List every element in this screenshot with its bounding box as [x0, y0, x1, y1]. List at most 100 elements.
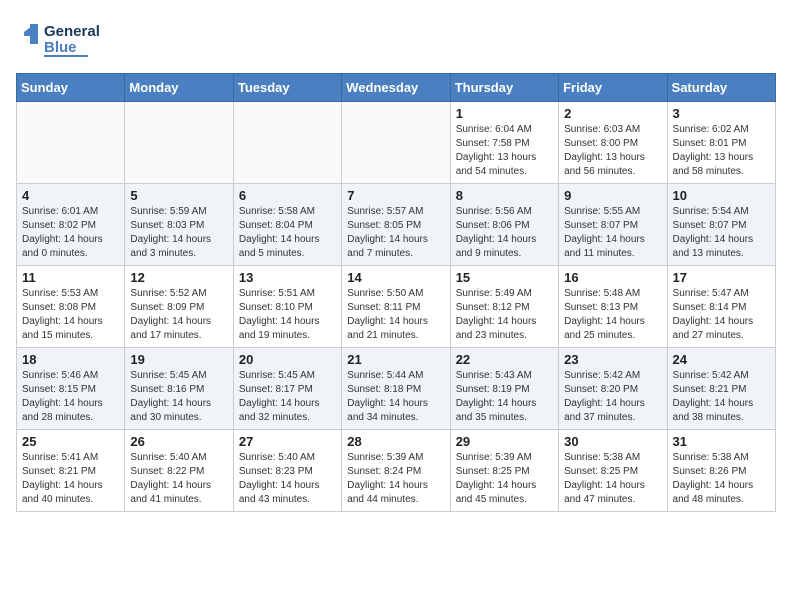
- day-info: Sunrise: 5:45 AM Sunset: 8:17 PM Dayligh…: [239, 369, 336, 425]
- day-number: 17: [673, 270, 770, 285]
- column-header-wednesday: Wednesday: [342, 74, 450, 102]
- day-info: Sunrise: 5:41 AM Sunset: 8:21 PM Dayligh…: [22, 451, 119, 507]
- calendar-cell: 8 Sunrise: 5:56 AM Sunset: 8:06 PM Daylig…: [450, 184, 558, 266]
- day-info: Sunrise: 5:50 AM Sunset: 8:11 PM Dayligh…: [347, 287, 444, 343]
- day-info: Sunrise: 5:52 AM Sunset: 8:09 PM Dayligh…: [130, 287, 227, 343]
- page-header: General Blue: [16, 16, 776, 65]
- day-number: 1: [456, 106, 553, 121]
- day-info: Sunrise: 5:55 AM Sunset: 8:07 PM Dayligh…: [564, 205, 661, 261]
- day-info: Sunrise: 5:43 AM Sunset: 8:19 PM Dayligh…: [456, 369, 553, 425]
- calendar-cell: 2 Sunrise: 6:03 AM Sunset: 8:00 PM Daylig…: [559, 102, 667, 184]
- calendar-cell: [342, 102, 450, 184]
- day-info: Sunrise: 5:56 AM Sunset: 8:06 PM Dayligh…: [456, 205, 553, 261]
- calendar-cell: 18 Sunrise: 5:46 AM Sunset: 8:15 PM Dayli…: [17, 348, 125, 430]
- calendar-cell: 19Sunrise: 5:45 AM Sunset: 8:16 PM Dayli…: [125, 348, 233, 430]
- calendar-week-3: 11 Sunrise: 5:53 AM Sunset: 8:08 PM Dayli…: [17, 266, 776, 348]
- calendar-cell: 24 Sunrise: 5:42 AM Sunset: 8:21 PM Dayli…: [667, 348, 775, 430]
- calendar-cell: 23Sunrise: 5:42 AM Sunset: 8:20 PM Dayli…: [559, 348, 667, 430]
- day-number: 7: [347, 188, 444, 203]
- day-info: Sunrise: 5:42 AM Sunset: 8:21 PM Dayligh…: [673, 369, 770, 425]
- day-number: 26: [130, 434, 227, 449]
- calendar-cell: 30Sunrise: 5:38 AM Sunset: 8:25 PM Dayli…: [559, 430, 667, 512]
- day-number: 13: [239, 270, 336, 285]
- calendar-cell: 10 Sunrise: 5:54 AM Sunset: 8:07 PM Dayli…: [667, 184, 775, 266]
- calendar-cell: 26 Sunrise: 5:40 AM Sunset: 8:22 PM Dayli…: [125, 430, 233, 512]
- calendar-cell: 1 Sunrise: 6:04 AM Sunset: 7:58 PM Daylig…: [450, 102, 558, 184]
- calendar-cell: 14 Sunrise: 5:50 AM Sunset: 8:11 PM Dayli…: [342, 266, 450, 348]
- day-number: 25: [22, 434, 119, 449]
- day-info: Sunrise: 5:53 AM Sunset: 8:08 PM Dayligh…: [22, 287, 119, 343]
- day-number: 20: [239, 352, 336, 367]
- column-header-thursday: Thursday: [450, 74, 558, 102]
- day-number: 18: [22, 352, 119, 367]
- logo-svg: General Blue: [16, 16, 136, 60]
- day-info: Sunrise: 6:02 AM Sunset: 8:01 PM Dayligh…: [673, 123, 770, 179]
- calendar-cell: 22 Sunrise: 5:43 AM Sunset: 8:19 PM Dayli…: [450, 348, 558, 430]
- calendar-cell: 7Sunrise: 5:57 AM Sunset: 8:05 PM Daylig…: [342, 184, 450, 266]
- day-number: 15: [456, 270, 553, 285]
- calendar-cell: [125, 102, 233, 184]
- calendar-cell: 4 Sunrise: 6:01 AM Sunset: 8:02 PM Daylig…: [17, 184, 125, 266]
- day-number: 14: [347, 270, 444, 285]
- day-info: Sunrise: 6:04 AM Sunset: 7:58 PM Dayligh…: [456, 123, 553, 179]
- calendar-cell: 9 Sunrise: 5:55 AM Sunset: 8:07 PM Daylig…: [559, 184, 667, 266]
- day-number: 28: [347, 434, 444, 449]
- day-info: Sunrise: 5:39 AM Sunset: 8:24 PM Dayligh…: [347, 451, 444, 507]
- day-info: Sunrise: 5:59 AM Sunset: 8:03 PM Dayligh…: [130, 205, 227, 261]
- calendar-cell: 21Sunrise: 5:44 AM Sunset: 8:18 PM Dayli…: [342, 348, 450, 430]
- day-number: 3: [673, 106, 770, 121]
- calendar-cell: [233, 102, 341, 184]
- column-header-saturday: Saturday: [667, 74, 775, 102]
- day-number: 8: [456, 188, 553, 203]
- calendar-cell: 16Sunrise: 5:48 AM Sunset: 8:13 PM Dayli…: [559, 266, 667, 348]
- day-number: 24: [673, 352, 770, 367]
- svg-text:Blue: Blue: [44, 39, 77, 56]
- logo: General Blue: [16, 16, 136, 65]
- day-info: Sunrise: 5:38 AM Sunset: 8:26 PM Dayligh…: [673, 451, 770, 507]
- day-number: 9: [564, 188, 661, 203]
- day-number: 5: [130, 188, 227, 203]
- svg-text:General: General: [44, 23, 100, 40]
- day-info: Sunrise: 5:51 AM Sunset: 8:10 PM Dayligh…: [239, 287, 336, 343]
- column-header-friday: Friday: [559, 74, 667, 102]
- calendar-cell: 5 Sunrise: 5:59 AM Sunset: 8:03 PM Daylig…: [125, 184, 233, 266]
- day-info: Sunrise: 5:58 AM Sunset: 8:04 PM Dayligh…: [239, 205, 336, 261]
- day-number: 29: [456, 434, 553, 449]
- calendar-cell: 11 Sunrise: 5:53 AM Sunset: 8:08 PM Dayli…: [17, 266, 125, 348]
- calendar-header-row: SundayMondayTuesdayWednesdayThursdayFrid…: [17, 74, 776, 102]
- day-info: Sunrise: 5:40 AM Sunset: 8:22 PM Dayligh…: [130, 451, 227, 507]
- day-info: Sunrise: 5:45 AM Sunset: 8:16 PM Dayligh…: [130, 369, 227, 425]
- day-number: 12: [130, 270, 227, 285]
- day-number: 10: [673, 188, 770, 203]
- day-info: Sunrise: 5:54 AM Sunset: 8:07 PM Dayligh…: [673, 205, 770, 261]
- calendar-week-1: 1 Sunrise: 6:04 AM Sunset: 7:58 PM Daylig…: [17, 102, 776, 184]
- day-number: 27: [239, 434, 336, 449]
- calendar-cell: 17 Sunrise: 5:47 AM Sunset: 8:14 PM Dayli…: [667, 266, 775, 348]
- day-number: 11: [22, 270, 119, 285]
- calendar-cell: [17, 102, 125, 184]
- column-header-sunday: Sunday: [17, 74, 125, 102]
- calendar-cell: 25 Sunrise: 5:41 AM Sunset: 8:21 PM Dayli…: [17, 430, 125, 512]
- calendar-cell: 27 Sunrise: 5:40 AM Sunset: 8:23 PM Dayli…: [233, 430, 341, 512]
- calendar-table: SundayMondayTuesdayWednesdayThursdayFrid…: [16, 73, 776, 512]
- calendar-cell: 15 Sunrise: 5:49 AM Sunset: 8:12 PM Dayli…: [450, 266, 558, 348]
- day-info: Sunrise: 5:46 AM Sunset: 8:15 PM Dayligh…: [22, 369, 119, 425]
- column-header-monday: Monday: [125, 74, 233, 102]
- calendar-week-2: 4 Sunrise: 6:01 AM Sunset: 8:02 PM Daylig…: [17, 184, 776, 266]
- calendar-cell: 29 Sunrise: 5:39 AM Sunset: 8:25 PM Dayli…: [450, 430, 558, 512]
- calendar-week-4: 18 Sunrise: 5:46 AM Sunset: 8:15 PM Dayli…: [17, 348, 776, 430]
- day-number: 31: [673, 434, 770, 449]
- day-info: Sunrise: 5:49 AM Sunset: 8:12 PM Dayligh…: [456, 287, 553, 343]
- day-info: Sunrise: 5:40 AM Sunset: 8:23 PM Dayligh…: [239, 451, 336, 507]
- day-info: Sunrise: 6:03 AM Sunset: 8:00 PM Dayligh…: [564, 123, 661, 179]
- day-info: Sunrise: 5:44 AM Sunset: 8:18 PM Dayligh…: [347, 369, 444, 425]
- calendar-week-5: 25 Sunrise: 5:41 AM Sunset: 8:21 PM Dayli…: [17, 430, 776, 512]
- day-info: Sunrise: 6:01 AM Sunset: 8:02 PM Dayligh…: [22, 205, 119, 261]
- day-number: 6: [239, 188, 336, 203]
- day-number: 22: [456, 352, 553, 367]
- day-info: Sunrise: 5:47 AM Sunset: 8:14 PM Dayligh…: [673, 287, 770, 343]
- day-number: 4: [22, 188, 119, 203]
- day-number: 2: [564, 106, 661, 121]
- day-info: Sunrise: 5:38 AM Sunset: 8:25 PM Dayligh…: [564, 451, 661, 507]
- day-info: Sunrise: 5:39 AM Sunset: 8:25 PM Dayligh…: [456, 451, 553, 507]
